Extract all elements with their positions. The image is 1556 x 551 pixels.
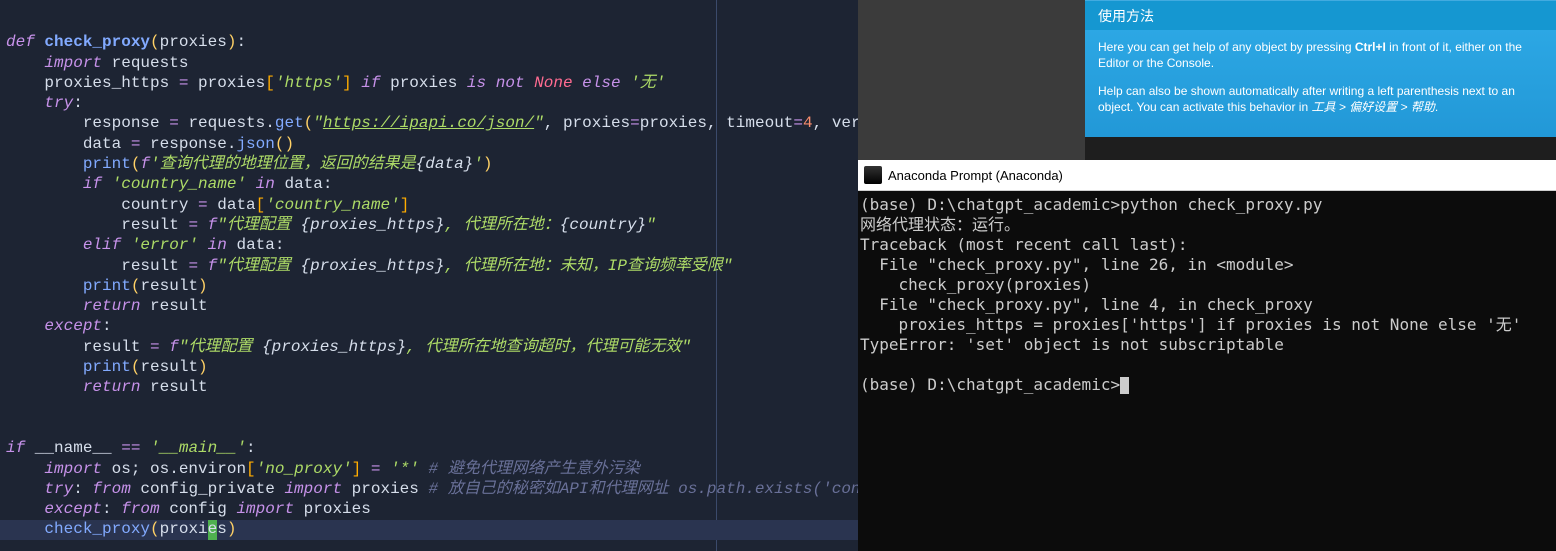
help-body: Here you can get help of any object by p…	[1085, 30, 1556, 137]
help-paragraph-1: Here you can get help of any object by p…	[1098, 39, 1543, 71]
help-text: Here you can get help of any object by p…	[1098, 40, 1355, 54]
console-output[interactable]: (base) D:\chatgpt_academic>python check_…	[858, 191, 1556, 395]
help-text: Help can also be shown automatically aft…	[1098, 84, 1515, 114]
help-panel: 使用方法 Here you can get help of any object…	[1085, 0, 1556, 160]
anaconda-prompt-window[interactable]: Anaconda Prompt (Anaconda) (base) D:\cha…	[858, 160, 1556, 551]
shortcut-ctrl-i: Ctrl+I	[1355, 40, 1386, 54]
code-editor[interactable]: def check_proxy(proxies): import request…	[0, 0, 858, 551]
help-title: 使用方法	[1085, 0, 1556, 30]
console-icon	[864, 166, 882, 184]
console-cursor	[1120, 377, 1129, 394]
console-title: Anaconda Prompt (Anaconda)	[888, 168, 1063, 183]
menu-path: 工具 > 偏好设置 > 帮助	[1311, 100, 1434, 114]
top-strip	[858, 0, 1085, 160]
console-titlebar[interactable]: Anaconda Prompt (Anaconda)	[858, 160, 1556, 191]
code-content[interactable]: def check_proxy(proxies): import request…	[0, 12, 858, 540]
help-paragraph-2: Help can also be shown automatically aft…	[1098, 83, 1543, 115]
help-text: .	[1435, 100, 1438, 114]
